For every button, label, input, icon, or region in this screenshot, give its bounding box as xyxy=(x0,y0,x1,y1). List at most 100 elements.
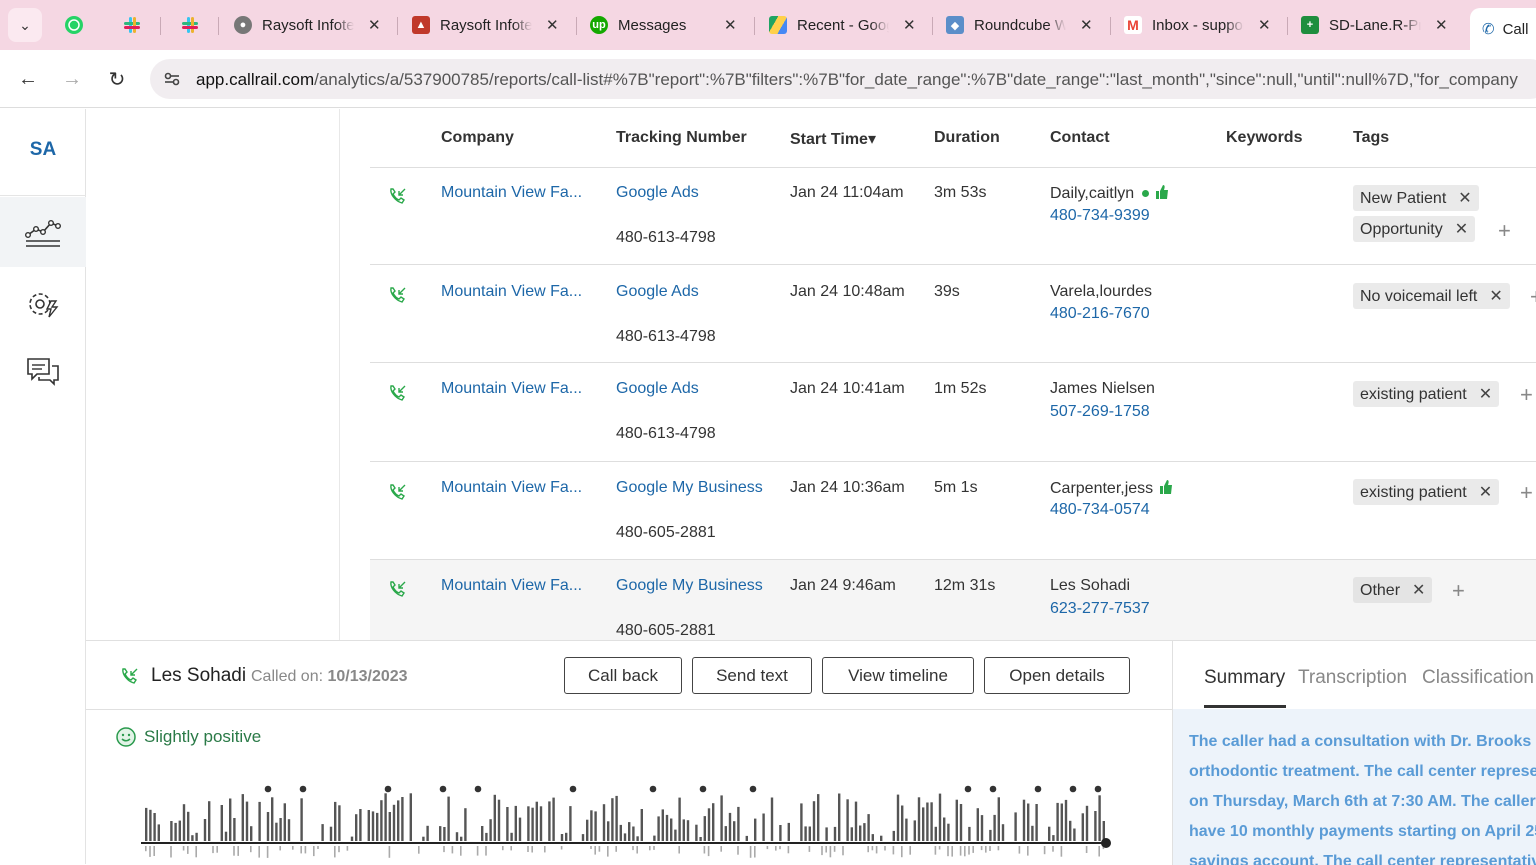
source-link[interactable]: Google Ads xyxy=(616,184,699,202)
open-details-button[interactable]: Open details xyxy=(984,657,1130,694)
speaker-marker[interactable] xyxy=(299,785,307,793)
waveform-bar-lower xyxy=(737,846,739,855)
col-duration[interactable]: Duration xyxy=(934,129,1000,147)
company-link[interactable]: Mountain View Fa... xyxy=(441,184,582,202)
speaker-marker[interactable] xyxy=(474,785,482,793)
table-row[interactable]: Mountain View Fa... Google Ads 480-613-4… xyxy=(370,265,1536,363)
waveform-bar xyxy=(581,834,585,841)
contact-phone[interactable]: 507-269-1758 xyxy=(1050,403,1150,421)
call-audio-waveform[interactable] xyxy=(141,781,1121,865)
remove-tag-icon[interactable]: ✕ xyxy=(1479,484,1492,501)
source-link[interactable]: Google Ads xyxy=(616,380,699,398)
speaker-marker[interactable] xyxy=(384,785,392,793)
remove-tag-icon[interactable]: ✕ xyxy=(1479,386,1492,403)
back-button[interactable]: ← xyxy=(14,65,42,93)
playhead-handle[interactable] xyxy=(1101,838,1111,848)
table-row[interactable]: Mountain View Fa... Google My Business 4… xyxy=(370,462,1536,560)
speaker-marker[interactable] xyxy=(1034,785,1042,793)
account-logo[interactable]: SA xyxy=(0,139,86,161)
table-row[interactable]: Mountain View Fa... Google Ads 480-613-4… xyxy=(370,363,1536,462)
tab-roundcube[interactable]: ◆ Roundcube Webmail ✕ xyxy=(946,8,1093,42)
col-tracking-number[interactable]: Tracking Number xyxy=(616,129,747,147)
add-tag-button[interactable]: + xyxy=(1520,480,1533,506)
send-text-button[interactable]: Send text xyxy=(692,657,812,694)
contact-phone[interactable]: 623-277-7537 xyxy=(1050,600,1150,618)
close-icon[interactable]: ✕ xyxy=(368,16,381,34)
source-link[interactable]: Google My Business xyxy=(616,577,763,595)
tab-callrail-active[interactable]: ✆ Call xyxy=(1470,8,1536,50)
view-timeline-button[interactable]: View timeline xyxy=(822,657,974,694)
speaker-marker[interactable] xyxy=(699,785,707,793)
speaker-marker[interactable] xyxy=(964,785,972,793)
remove-tag-icon[interactable]: ✕ xyxy=(1458,190,1471,207)
remove-tag-icon[interactable]: ✕ xyxy=(1455,221,1468,238)
close-icon[interactable]: ✕ xyxy=(1435,16,1448,34)
waveform-bar xyxy=(443,827,446,841)
close-icon[interactable]: ✕ xyxy=(724,16,737,34)
remove-tag-icon[interactable]: ✕ xyxy=(1489,288,1502,305)
company-link[interactable]: Mountain View Fa... xyxy=(441,283,582,301)
speaker-marker[interactable] xyxy=(749,785,757,793)
tab-raysoft-2[interactable]: ▲ Raysoft Infotech ✕ xyxy=(412,8,559,42)
slack-pinned-tab-2[interactable] xyxy=(176,11,204,39)
waveform-bar xyxy=(661,809,664,841)
nav-analytics[interactable] xyxy=(0,197,86,267)
add-tag-button[interactable]: + xyxy=(1520,382,1533,408)
tab-google-drive[interactable]: Recent - Google Drive ✕ xyxy=(769,8,916,42)
company-link[interactable]: Mountain View Fa... xyxy=(441,577,582,595)
add-tag-button[interactable]: + xyxy=(1452,578,1465,604)
call-back-button[interactable]: Call back xyxy=(564,657,682,694)
speaker-marker[interactable] xyxy=(649,785,657,793)
tab-sheets[interactable]: + SD-Lane.R-Pro ✕ xyxy=(1301,8,1448,42)
slack-pinned-tab-1[interactable] xyxy=(118,11,146,39)
tab-gmail[interactable]: M Inbox - support ✕ xyxy=(1124,8,1271,42)
speaker-marker[interactable] xyxy=(264,785,272,793)
close-icon[interactable]: ✕ xyxy=(1258,16,1271,34)
tab-summary[interactable]: Summary xyxy=(1204,667,1285,689)
tab-search-button[interactable]: ⌄ xyxy=(8,8,42,42)
company-link[interactable]: Mountain View Fa... xyxy=(441,479,582,497)
source-link[interactable]: Google Ads xyxy=(616,283,699,301)
tab-messages[interactable]: up Messages ✕ xyxy=(590,8,737,42)
col-keywords[interactable]: Keywords xyxy=(1226,129,1302,147)
speaker-marker[interactable] xyxy=(1094,785,1102,793)
tab-raysoft-1[interactable]: ● Raysoft Infotech ✕ xyxy=(234,8,381,42)
waveform-bar xyxy=(535,801,538,841)
speaker-marker[interactable] xyxy=(569,785,577,793)
close-icon[interactable]: ✕ xyxy=(546,16,559,34)
contact-phone[interactable]: 480-216-7670 xyxy=(1050,305,1150,323)
tab-transcription[interactable]: Transcription xyxy=(1298,667,1407,689)
speaker-marker[interactable] xyxy=(989,785,997,793)
nav-messages[interactable] xyxy=(0,337,86,407)
waveform-bar xyxy=(233,818,236,841)
tab-classification[interactable]: Classification xyxy=(1422,667,1534,689)
contact-phone[interactable]: 480-734-0574 xyxy=(1050,501,1150,519)
speaker-marker[interactable] xyxy=(1069,785,1077,793)
whatsapp-pinned-tab[interactable] xyxy=(60,11,88,39)
company-link[interactable]: Mountain View Fa... xyxy=(441,380,582,398)
waveform-bar xyxy=(380,800,383,841)
col-contact[interactable]: Contact xyxy=(1050,129,1110,147)
waveform-bar-lower xyxy=(590,846,592,849)
table-row[interactable]: Mountain View Fa... Google Ads 480-613-4… xyxy=(370,168,1536,265)
remove-tag-icon[interactable]: ✕ xyxy=(1412,582,1425,599)
waveform-bar xyxy=(812,801,816,841)
add-tag-button[interactable]: + xyxy=(1530,284,1536,310)
waveform-bar-lower xyxy=(959,846,962,856)
speaker-marker[interactable] xyxy=(439,785,447,793)
forward-button[interactable]: → xyxy=(58,65,86,93)
source-link[interactable]: Google My Business xyxy=(616,479,763,497)
add-tag-button[interactable]: + xyxy=(1498,218,1511,244)
nav-settings-automation[interactable] xyxy=(0,269,86,339)
contact-phone[interactable]: 480-734-9399 xyxy=(1050,207,1150,225)
close-icon[interactable]: ✕ xyxy=(1080,16,1093,34)
table-row-selected[interactable]: Mountain View Fa... Google My Business 4… xyxy=(370,560,1536,640)
address-bar[interactable]: app.callrail.com/analytics/a/537900785/r… xyxy=(150,59,1536,99)
start-time: Jan 24 10:41am xyxy=(790,380,905,397)
col-start-time[interactable]: Start Time▾ xyxy=(790,129,876,149)
reload-button[interactable]: ↻ xyxy=(103,65,131,93)
col-company[interactable]: Company xyxy=(441,129,514,147)
browser-tab-strip: ⌄ ● Raysoft Infotech ✕ ▲ Raysoft Infotec… xyxy=(0,0,1536,50)
col-tags[interactable]: Tags xyxy=(1353,129,1389,147)
close-icon[interactable]: ✕ xyxy=(903,16,916,34)
